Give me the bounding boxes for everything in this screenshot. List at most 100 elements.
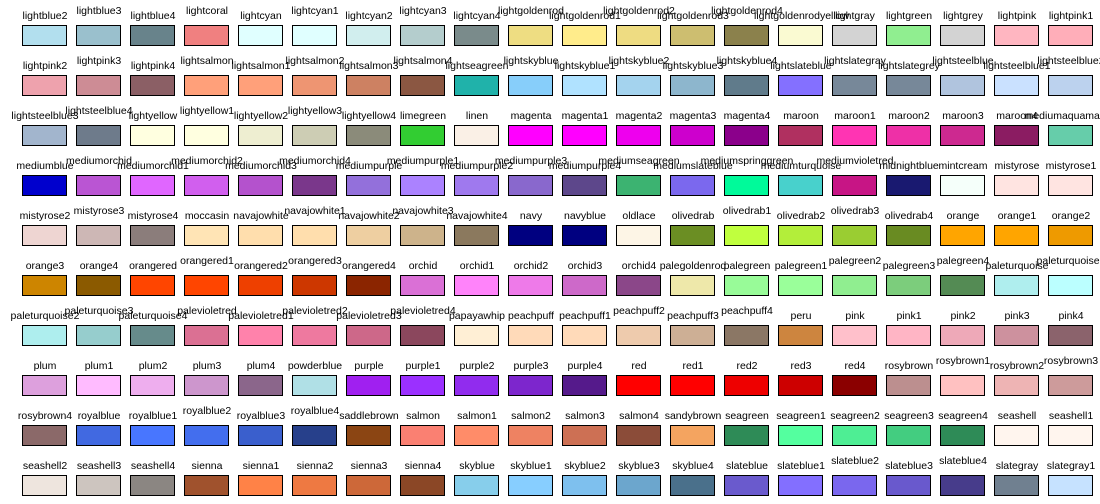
color-swatch bbox=[292, 25, 337, 46]
color-swatch bbox=[994, 175, 1039, 196]
color-cell-mistyrose1: mistyrose1 bbox=[1044, 154, 1098, 204]
color-swatch bbox=[346, 425, 391, 446]
color-swatch bbox=[670, 475, 715, 496]
color-swatch bbox=[778, 375, 823, 396]
color-swatch bbox=[1048, 475, 1093, 496]
color-swatch bbox=[130, 375, 175, 396]
color-swatch bbox=[184, 175, 229, 196]
color-swatch bbox=[832, 125, 877, 146]
color-swatch bbox=[184, 425, 229, 446]
color-swatch bbox=[22, 25, 67, 46]
color-swatch bbox=[886, 75, 931, 96]
color-swatch bbox=[238, 475, 283, 496]
color-swatch bbox=[454, 375, 499, 396]
color-swatch bbox=[130, 425, 175, 446]
color-swatch bbox=[22, 175, 67, 196]
color-swatch bbox=[616, 75, 661, 96]
color-swatch bbox=[616, 375, 661, 396]
color-swatch bbox=[832, 425, 877, 446]
color-swatch bbox=[616, 325, 661, 346]
color-swatch bbox=[1048, 125, 1093, 146]
color-swatch bbox=[670, 425, 715, 446]
color-swatch bbox=[670, 325, 715, 346]
color-swatch bbox=[724, 75, 769, 96]
color-swatch bbox=[724, 175, 769, 196]
color-swatch bbox=[562, 425, 607, 446]
color-swatch bbox=[994, 225, 1039, 246]
color-swatch bbox=[400, 425, 445, 446]
color-swatch bbox=[22, 125, 67, 146]
color-swatch bbox=[508, 475, 553, 496]
color-swatch bbox=[400, 75, 445, 96]
color-name-label: pink4 bbox=[1058, 310, 1084, 322]
color-swatch bbox=[292, 75, 337, 96]
color-swatch bbox=[238, 425, 283, 446]
color-swatch bbox=[886, 425, 931, 446]
color-swatch bbox=[724, 275, 769, 296]
color-swatch bbox=[1048, 425, 1093, 446]
color-swatch bbox=[832, 175, 877, 196]
color-swatch bbox=[400, 325, 445, 346]
color-swatch bbox=[886, 25, 931, 46]
color-swatch bbox=[130, 75, 175, 96]
color-cell-slategray1: slategray1 bbox=[1044, 454, 1098, 504]
color-swatch bbox=[184, 25, 229, 46]
color-swatch bbox=[778, 25, 823, 46]
color-swatch bbox=[832, 325, 877, 346]
color-swatch bbox=[994, 475, 1039, 496]
color-swatch bbox=[778, 175, 823, 196]
color-swatch bbox=[130, 175, 175, 196]
color-swatch bbox=[130, 225, 175, 246]
color-swatch bbox=[832, 225, 877, 246]
color-swatch bbox=[292, 225, 337, 246]
color-swatch bbox=[670, 225, 715, 246]
color-swatch bbox=[562, 475, 607, 496]
color-cell-pink4: pink4 bbox=[1044, 304, 1098, 354]
color-cell-lightpink1: lightpink1 bbox=[1044, 4, 1098, 54]
color-swatch bbox=[940, 75, 985, 96]
color-swatch bbox=[1048, 275, 1093, 296]
color-swatch bbox=[886, 375, 931, 396]
color-swatch bbox=[292, 375, 337, 396]
color-swatch bbox=[184, 475, 229, 496]
color-swatch bbox=[400, 125, 445, 146]
color-swatch bbox=[184, 325, 229, 346]
color-swatch bbox=[454, 275, 499, 296]
color-swatch bbox=[238, 125, 283, 146]
color-swatch bbox=[400, 275, 445, 296]
color-swatch bbox=[508, 375, 553, 396]
color-swatch bbox=[670, 175, 715, 196]
color-name-label: mistyrose1 bbox=[1045, 160, 1097, 172]
color-swatch bbox=[778, 425, 823, 446]
color-swatch bbox=[346, 25, 391, 46]
color-swatch bbox=[508, 75, 553, 96]
color-swatch bbox=[346, 375, 391, 396]
color-cell-rosybrown3: rosybrown3 bbox=[1044, 354, 1098, 404]
color-swatch bbox=[454, 325, 499, 346]
color-swatch bbox=[346, 225, 391, 246]
color-swatch bbox=[1048, 225, 1093, 246]
color-swatch bbox=[22, 275, 67, 296]
color-swatch bbox=[292, 125, 337, 146]
color-swatch bbox=[1048, 175, 1093, 196]
color-swatch bbox=[994, 325, 1039, 346]
color-swatch bbox=[76, 25, 121, 46]
color-cell-mediumaquamarine: mediumaquamarine bbox=[1025, 104, 1100, 154]
color-swatch bbox=[778, 475, 823, 496]
color-swatch bbox=[292, 275, 337, 296]
color-swatch bbox=[508, 25, 553, 46]
color-swatch bbox=[886, 225, 931, 246]
color-swatch bbox=[454, 25, 499, 46]
color-swatch bbox=[454, 225, 499, 246]
color-swatch bbox=[346, 275, 391, 296]
color-swatch bbox=[940, 175, 985, 196]
color-swatch bbox=[130, 25, 175, 46]
color-swatch bbox=[454, 425, 499, 446]
color-swatch bbox=[238, 175, 283, 196]
color-swatch bbox=[76, 425, 121, 446]
color-swatch bbox=[832, 475, 877, 496]
color-swatch bbox=[670, 25, 715, 46]
color-swatch bbox=[832, 75, 877, 96]
color-swatch bbox=[400, 225, 445, 246]
color-name-label: slategray1 bbox=[1046, 460, 1096, 472]
